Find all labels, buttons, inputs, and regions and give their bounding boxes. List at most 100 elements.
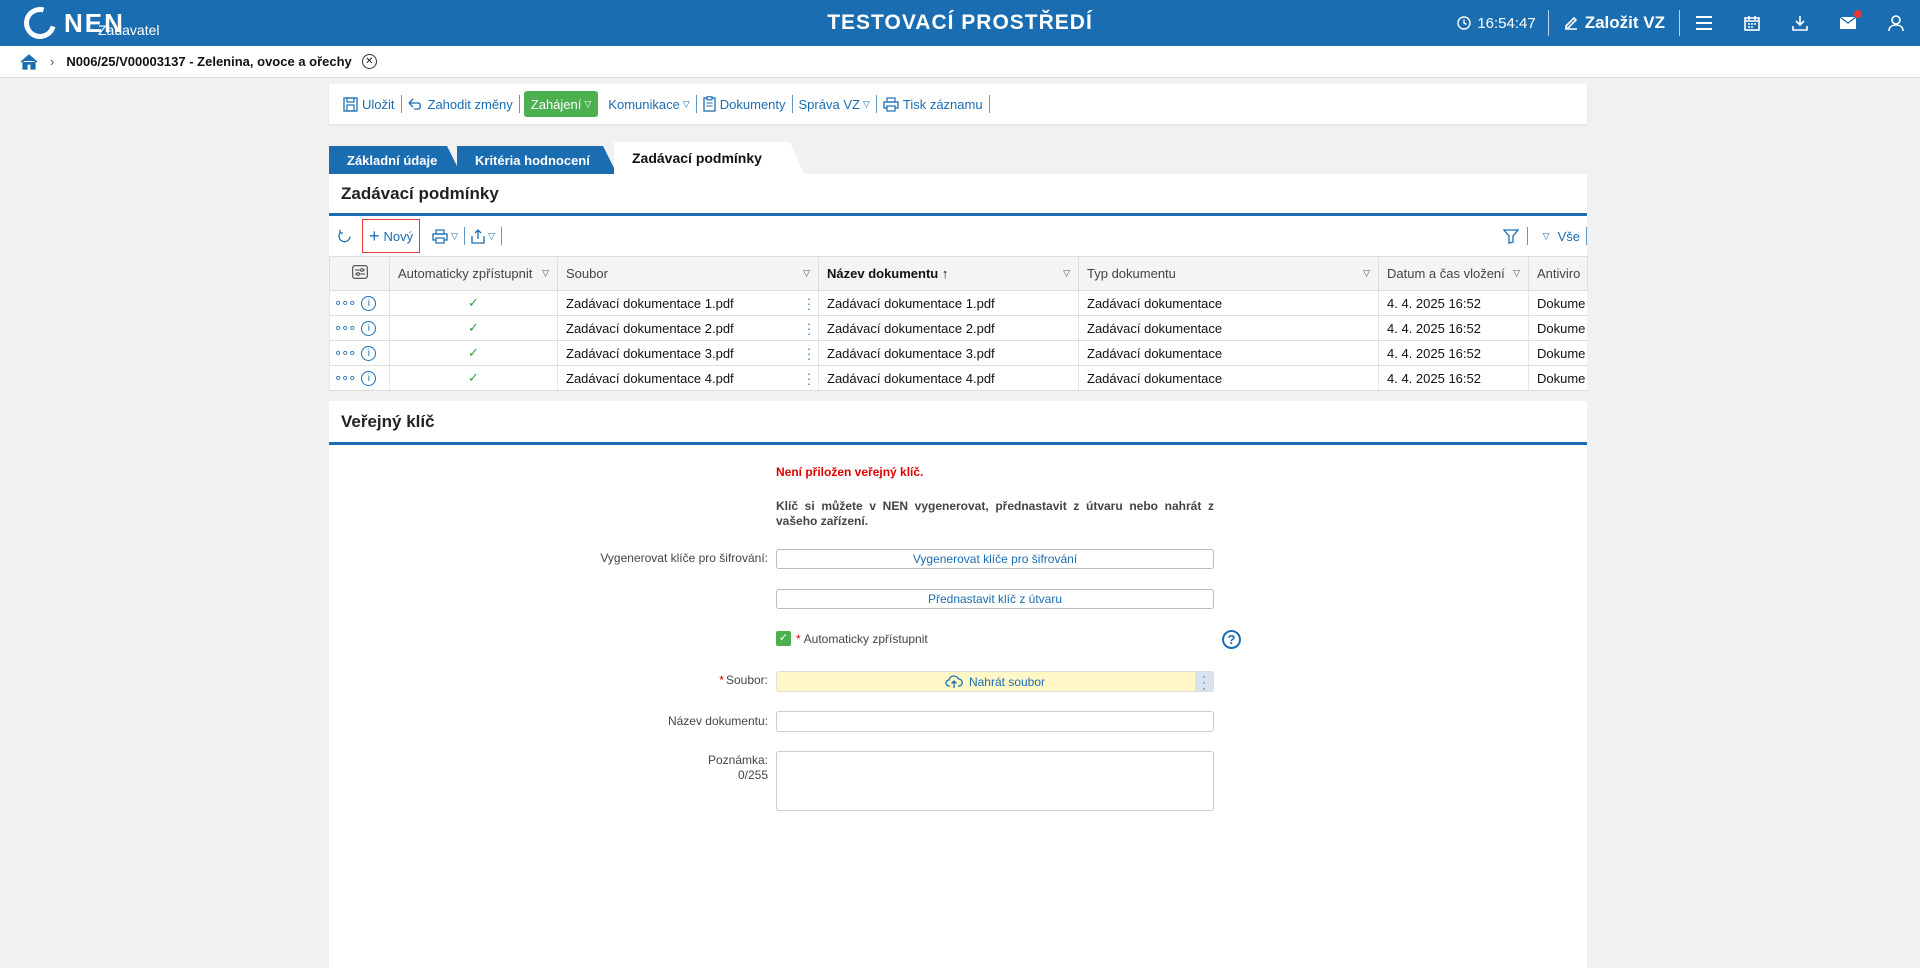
info-icon[interactable]: i [361, 296, 377, 312]
close-icon[interactable]: ✕ [361, 54, 377, 69]
inserted-date-cell: 4. 4. 2025 16:52 [1378, 290, 1529, 316]
column-label: Název dokumentu [827, 266, 939, 281]
column-inserted-date[interactable]: Datum a čas vložení ▽ [1378, 256, 1529, 291]
menu-icon [1696, 16, 1712, 30]
table-row[interactable]: ∘∘∘ i ✓ Zadávací dokumentace 2.pdf · · · Zad… [329, 315, 1588, 341]
mail-button[interactable] [1824, 0, 1872, 46]
calendar-button[interactable] [1728, 0, 1776, 46]
document-name-cell: Zadávací dokumentace 1.pdf [818, 290, 1079, 316]
upload-file-button[interactable]: Nahrát soubor · · · [776, 670, 1214, 694]
manage-menu-button[interactable]: Správa VZ ▽ [793, 97, 876, 112]
row-actions: ∘∘∘ i [329, 290, 390, 316]
download-icon [1792, 16, 1808, 31]
top-bar: NEN Zadavatel TESTOVACÍ PROSTŘEDÍ 16:54:… [0, 0, 1920, 46]
note-label: Poznámka: 0/255 [708, 753, 768, 783]
caret-down-icon[interactable]: ▽ [803, 268, 810, 279]
calendar-icon [1744, 16, 1760, 31]
help-icon[interactable]: ? [1222, 630, 1241, 649]
column-document-type[interactable]: Typ dokumentu ▽ [1078, 256, 1379, 291]
chevron-right-icon: › [50, 54, 55, 69]
tab-evaluation-criteria[interactable]: Kritéria hodnocení [457, 146, 617, 174]
settings-sliders-icon [351, 265, 368, 279]
kebab-icon[interactable]: · · · [806, 317, 812, 340]
caret-down-icon[interactable]: ▽ [542, 268, 549, 279]
info-icon[interactable]: i [361, 346, 377, 362]
divider [464, 227, 466, 245]
home-icon[interactable] [20, 53, 38, 70]
auto-publish-checkbox[interactable]: ✓ [776, 631, 791, 646]
refresh-icon[interactable] [337, 229, 352, 244]
divider [1586, 227, 1587, 245]
download-button[interactable] [1776, 0, 1824, 46]
print-menu-button[interactable]: ▽ [426, 228, 464, 244]
new-label: Nový [383, 228, 414, 244]
more-icon[interactable]: ∘∘∘ [334, 370, 356, 385]
filter-all-dropdown[interactable]: ▽ Vše [1528, 229, 1586, 244]
more-icon[interactable]: ∘∘∘ [334, 295, 356, 310]
document-name-input[interactable] [776, 711, 1214, 732]
info-icon[interactable]: i [361, 321, 377, 337]
export-menu-button[interactable]: ▽ [465, 228, 501, 244]
column-label: Typ dokumentu [1087, 266, 1176, 281]
generate-keys-button[interactable]: Vygenerovat klíče pro šifrování [776, 549, 1214, 569]
column-file[interactable]: Soubor ▽ [557, 256, 819, 291]
key-instructions: Klíč si můžete v NEN vygenerovat, předna… [776, 499, 1214, 528]
discard-button[interactable]: Zahodit změny [402, 97, 519, 112]
table-row[interactable]: ∘∘∘ i ✓ Zadávací dokumentace 1.pdf · · · Zad… [329, 290, 1588, 316]
document-type-cell: Zadávací dokumentace [1078, 365, 1379, 391]
print-record-button[interactable]: Tisk záznamu [877, 97, 989, 112]
filter-icon[interactable] [1502, 228, 1519, 244]
undo-icon [408, 98, 421, 110]
caret-down-icon: ▽ [488, 230, 495, 241]
printer-icon [883, 96, 899, 112]
info-icon[interactable]: i [361, 371, 377, 387]
kebab-icon[interactable]: · · · [806, 367, 812, 390]
documents-button[interactable]: Dokumenty [697, 96, 792, 112]
table-row[interactable]: ∘∘∘ i ✓ Zadávací dokumentace 3.pdf · · · Zad… [329, 340, 1588, 366]
caret-down-icon[interactable]: ▽ [1363, 268, 1370, 279]
user-button[interactable] [1872, 0, 1920, 46]
missing-key-error: Není přiložen veřejný klíč. [776, 465, 924, 479]
logo-subtitle: Zadavatel [98, 22, 160, 38]
breadcrumb-title: N006/25/V00003137 - Zelenina, ovoce a oř… [66, 54, 352, 69]
communication-menu-button[interactable]: Komunikace ▽ [602, 97, 695, 112]
caret-down-icon[interactable]: ▽ [1063, 268, 1070, 279]
auto-publish-row: ✓ * Automaticky zpřístupnit [776, 631, 928, 646]
caret-down-icon: ▽ [451, 230, 459, 241]
required-marker: * [719, 673, 724, 687]
preset-key-button[interactable]: Přednastavit klíč z útvaru [776, 589, 1214, 609]
file-cell: Zadávací dokumentace 3.pdf · · · [557, 340, 819, 366]
documents-table: Automaticky zpřístupnit ▽ Soubor ▽ Název d… [329, 256, 1588, 391]
file-name[interactable]: Zadávací dokumentace 1.pdf [566, 296, 734, 311]
tab-basic-info[interactable]: Základní údaje [329, 146, 461, 174]
new-document-button[interactable]: + Nový [362, 219, 421, 253]
column-auto-publish[interactable]: Automaticky zpřístupnit ▽ [389, 256, 558, 291]
file-name[interactable]: Zadávací dokumentace 2.pdf [566, 321, 734, 336]
more-icon[interactable]: ∘∘∘ [334, 320, 356, 335]
tab-procurement-conditions[interactable]: Zadávací podmínky [614, 142, 804, 174]
file-name[interactable]: Zadávací dokumentace 4.pdf [566, 371, 734, 386]
kebab-icon[interactable]: · · · [1195, 670, 1213, 694]
cloud-upload-icon [945, 674, 963, 688]
auto-publish-cell: ✓ [389, 290, 558, 316]
caret-down-icon[interactable]: ▽ [1513, 268, 1520, 279]
menu-button[interactable] [1680, 0, 1728, 46]
antivirus-cell: Dokume [1528, 290, 1588, 316]
create-vz-button[interactable]: Založit VZ [1549, 13, 1679, 33]
table-row[interactable]: ∘∘∘ i ✓ Zadávací dokumentace 4.pdf · · · Zad… [329, 365, 1588, 391]
column-document-name[interactable]: Název dokumentu ↑ ▽ [818, 256, 1079, 291]
save-button[interactable]: Uložit [337, 97, 401, 112]
kebab-icon[interactable]: · · · [806, 342, 812, 365]
file-name[interactable]: Zadávací dokumentace 3.pdf [566, 346, 734, 361]
note-counter: 0/255 [737, 768, 768, 782]
upload-label: Nahrát soubor [968, 674, 1046, 689]
column-settings-header[interactable] [329, 256, 390, 291]
plus-icon: + [369, 226, 380, 246]
note-textarea[interactable] [776, 751, 1214, 811]
more-icon[interactable]: ∘∘∘ [334, 345, 356, 360]
start-menu-button[interactable]: Zahájení ▽ [523, 91, 599, 117]
notification-dot [1854, 10, 1862, 18]
grid-toolbar: + Nový ▽ ▽ ▽ Vše [329, 216, 1587, 256]
kebab-icon[interactable]: · · · [806, 292, 812, 315]
column-antivirus[interactable]: Antiviro [1528, 256, 1588, 291]
